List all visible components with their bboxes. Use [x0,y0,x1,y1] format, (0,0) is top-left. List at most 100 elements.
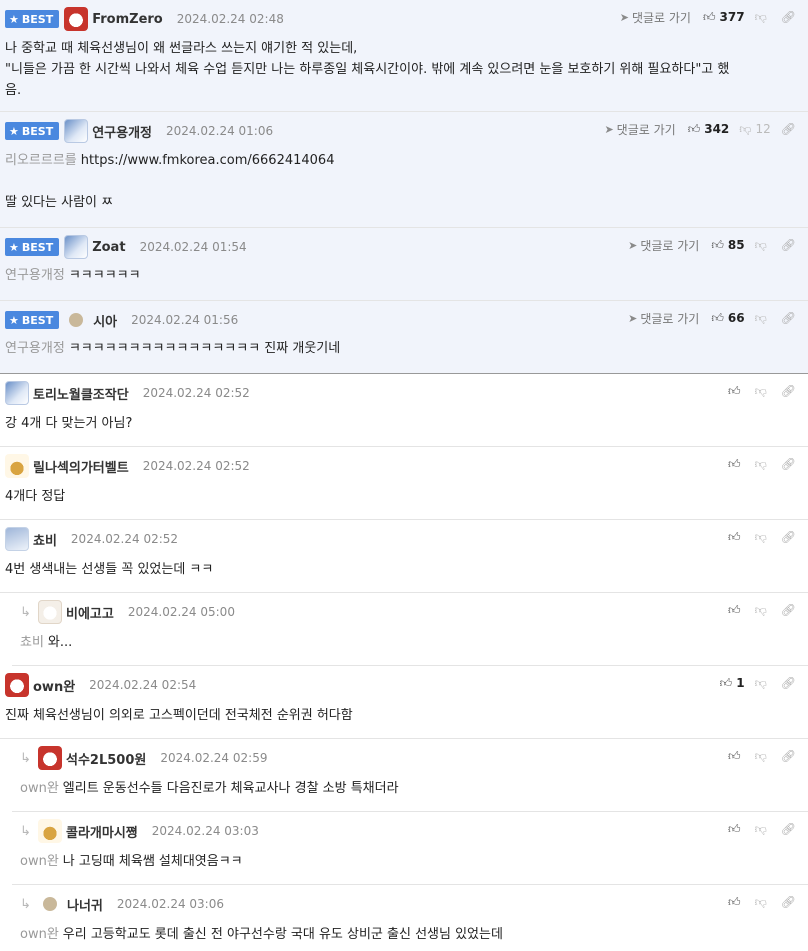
reply-to-button[interactable]: ➤ 댓글로 가기 [628,237,699,254]
upvote-button[interactable]: 👍︎ 342 [688,122,730,137]
nickname[interactable]: Zoat [92,240,125,255]
mention[interactable]: 리오르르르를 [5,153,77,168]
avatar[interactable] [5,527,29,551]
link-icon[interactable]: 🔗︎ [781,311,796,325]
avatar[interactable] [38,819,62,843]
downvote-button[interactable]: 👎︎ [755,749,771,764]
downvote-button[interactable]: 👎︎ [755,238,771,253]
downvote-button[interactable]: 👎︎ [755,10,771,25]
upvote-button[interactable]: 👍︎ 1 [720,676,745,691]
avatar[interactable] [5,454,29,478]
mention[interactable]: own완 [20,854,59,869]
nickname[interactable]: 비에고고 [66,603,114,622]
link-icon[interactable]: 🔗︎ [781,822,796,836]
avatar[interactable] [64,7,89,31]
upvote-button[interactable]: 👍︎ [728,603,745,618]
avatar[interactable] [38,600,62,624]
nickname[interactable]: 석수2L500원 [66,749,146,768]
comment-date: 2024.02.24 02:52 [70,532,179,546]
downvote-button[interactable]: 👎︎ [755,311,771,326]
link-icon[interactable]: 🔗︎ [781,895,796,909]
comment-header: ★ BEST FromZero 2024.02.24 02:48 [5,7,284,31]
mention[interactable]: 연구용개정 [5,341,65,356]
link-icon[interactable]: 🔗︎ [781,676,796,690]
nickname[interactable]: FromZero [92,12,163,27]
thumbs-down-icon: 👎︎ [754,894,767,909]
link-icon[interactable]: 🔗︎ [781,122,796,136]
avatar[interactable] [5,673,29,697]
reply-to-button[interactable]: ➤ 댓글로 가기 [604,121,675,138]
thumbs-down-icon: 👎︎ [754,748,767,763]
link-icon[interactable]: 🔗︎ [781,749,796,763]
upvote-button[interactable]: 👍︎ [728,822,745,837]
link-icon[interactable]: 🔗︎ [781,530,796,544]
upvote-button[interactable]: 👍︎ 66 [711,311,744,326]
upvote-button[interactable]: 👍︎ [728,457,745,472]
nickname[interactable]: 릴나섹의가터벨트 [33,457,129,476]
avatar[interactable] [64,235,89,259]
upvote-button[interactable]: 👍︎ [728,530,745,545]
avatar[interactable] [64,119,89,143]
link-icon[interactable]: 🔗︎ [781,603,796,617]
thumbs-down-icon: 👎︎ [754,383,767,398]
mention[interactable]: own완 [20,781,59,796]
link-icon[interactable]: 🔗︎ [781,10,796,24]
thumbs-down-icon: 👎︎ [739,121,752,136]
nickname[interactable]: 시아 [93,311,117,330]
avatar[interactable] [38,746,62,770]
mention[interactable]: own완 [20,927,59,942]
send-icon: ➤ [619,10,629,24]
comment-date: 2024.02.24 03:03 [151,824,259,838]
comment-header: ↳ 석수2L500원 2024.02.24 02:59 [20,746,267,770]
mention[interactable]: 쵸비 [20,635,44,650]
comment-actions: 👍︎ 👎︎ 🔗︎ [728,819,796,839]
mention[interactable]: 연구용개정 [5,268,65,283]
reply-to-button[interactable]: ➤ 댓글로 가기 [628,310,699,327]
downvote-button[interactable]: 👎︎ 12 [739,122,770,137]
comment-body: own완 엘리트 운동선수들 다음진로가 체육교사나 경찰 소방 특채더라 [20,781,399,796]
avatar[interactable] [43,897,57,911]
nickname[interactable]: 연구용개정 [92,122,152,141]
nickname[interactable]: own완 [33,676,75,695]
downvote-button[interactable]: 👎︎ [755,676,771,691]
nickname[interactable]: 쵸비 [33,530,57,549]
upvote-button[interactable]: 👍︎ 377 [703,10,745,25]
link-icon[interactable]: 🔗︎ [781,457,796,471]
best-badge: ★ BEST [5,10,60,28]
comment-list: ★ BEST FromZero 2024.02.24 02:48 ➤ 댓글로 가기 … [0,0,808,951]
reply-to-button[interactable]: ➤ 댓글로 가기 [620,9,691,26]
comment-body: 연구용개정 ㅋㅋㅋㅋㅋㅋㅋㅋㅋㅋㅋㅋㅋㅋㅋㅋ 진짜 개웃기네 [5,341,341,356]
comment-body: 4개다 정답 [5,489,66,504]
upvote-button[interactable]: 👍︎ [728,749,745,764]
nickname[interactable]: 콜라개마시쪙 [66,822,138,841]
reply-comment: ↳ 콜라개마시쪙 2024.02.24 03:03 👍︎ 👎︎ 🔗︎ own완 나… [12,812,808,885]
downvote-button[interactable]: 👎︎ [755,457,771,472]
reply-arrow-icon: ↳ [20,896,31,912]
thumbs-up-icon: 👍︎ [728,894,741,909]
comment-actions: 👍︎ 👎︎ 🔗︎ [728,381,796,401]
downvote-button[interactable]: 👎︎ [755,822,771,837]
comment-link[interactable]: https://www.fmkorea.com/6662414064 [81,153,335,168]
comment-header: 쵸비 2024.02.24 02:52 [5,527,178,551]
comment-body: 나 중학교 때 체육선생님이 왜 썬글라스 쓰는지 얘기한 적 있는데, "니들… [5,41,730,98]
comment-date: 2024.02.24 05:00 [127,605,235,619]
star-icon: ★ [9,12,19,26]
downvote-button[interactable]: 👎︎ [755,384,771,399]
comment-header: ★ BEST 시아 2024.02.24 01:56 [5,308,238,332]
upvote-button[interactable]: 👍︎ [728,384,745,399]
avatar[interactable] [69,313,84,327]
downvote-button[interactable]: 👎︎ [755,530,771,545]
link-icon[interactable]: 🔗︎ [781,238,796,252]
link-icon[interactable]: 🔗︎ [781,384,796,398]
comment-actions: ➤ 댓글로 가기 👍︎ 66 👎︎ 🔗︎ [628,308,796,328]
comment-body: own완 나 고딩때 체육쌤 설체대엿음ㅋㅋ [20,854,243,869]
send-icon: ➤ [628,311,638,325]
nickname[interactable]: 토리노월클조작단 [33,384,129,403]
downvote-button[interactable]: 👎︎ [755,895,771,910]
upvote-button[interactable]: 👍︎ 85 [711,238,744,253]
downvote-button[interactable]: 👎︎ [755,603,771,618]
nickname[interactable]: 나너귀 [67,895,103,914]
upvote-button[interactable]: 👍︎ [728,895,745,910]
thumbs-down-icon: 👎︎ [754,529,767,544]
avatar[interactable] [5,381,29,405]
